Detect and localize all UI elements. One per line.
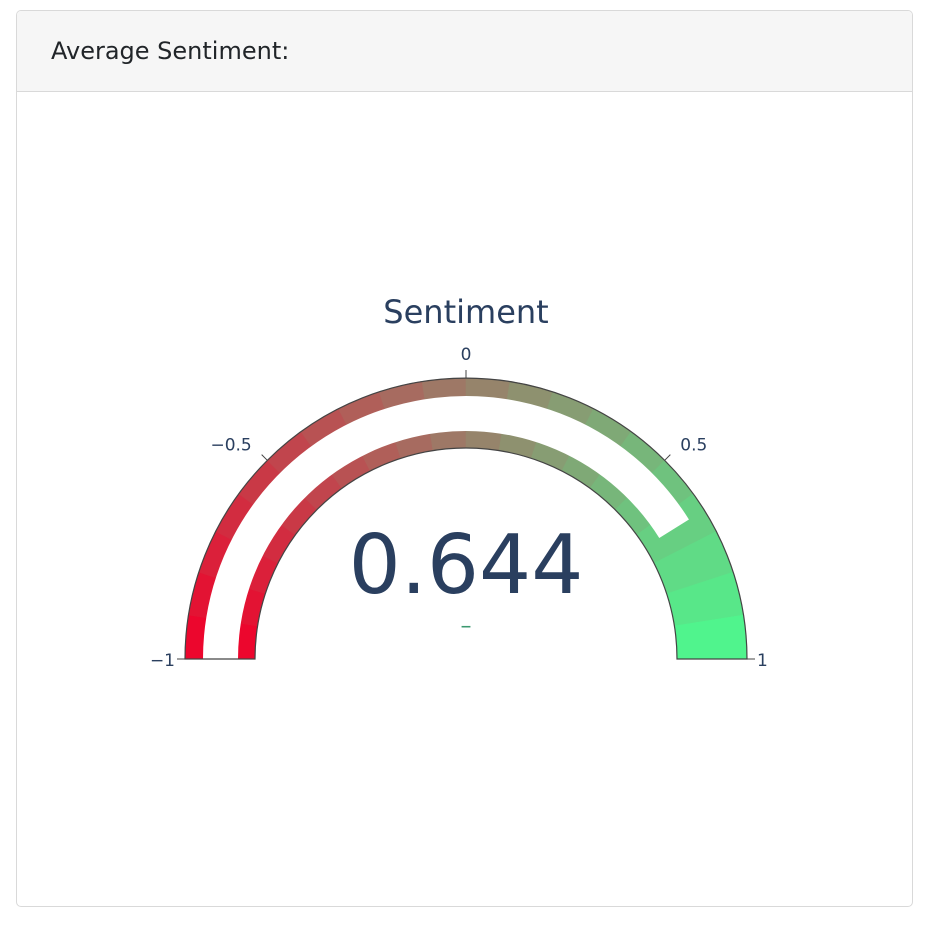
card-body: −1 −0.5 0 0.5 1 Sentiment 0.644 – [17, 92, 912, 906]
gauge-tick-label: 0 [461, 345, 472, 365]
gauge-title: Sentiment [383, 293, 548, 331]
sentiment-card: Average Sentiment: −1 −0.5 0 0.5 1 Sentiment… [16, 10, 913, 907]
gauge-tick-label: 1 [757, 651, 768, 671]
gauge-tick-label: −1 [150, 651, 175, 671]
gauge-tick-label: −0.5 [210, 436, 251, 456]
gauge-value: 0.644 [349, 518, 584, 613]
gauge-delta: – [461, 614, 472, 639]
gauge-tick-label: 0.5 [680, 436, 707, 456]
gauge-tick-mark [664, 454, 671, 461]
gauge-chart: −1 −0.5 0 0.5 1 Sentiment 0.644 – [150, 293, 768, 671]
gauge-tick-mark [261, 454, 268, 461]
